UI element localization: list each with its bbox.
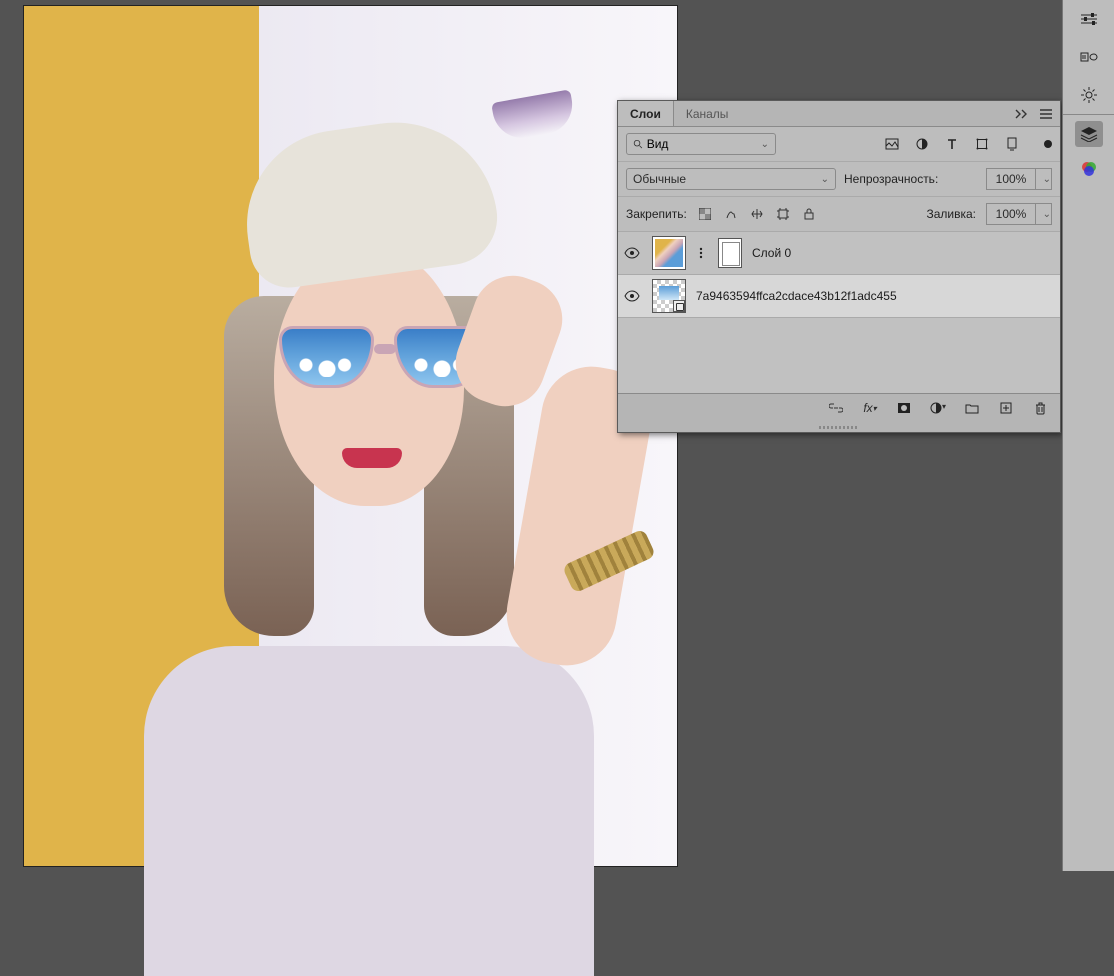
opacity-label: Непрозрачность: xyxy=(844,172,938,186)
delete-layer-icon[interactable] xyxy=(1032,400,1048,416)
opacity-value[interactable]: 100% xyxy=(986,168,1036,190)
link-layers-icon[interactable] xyxy=(828,400,844,416)
smart-object-badge-icon xyxy=(673,300,685,312)
filter-adjust-icon[interactable] xyxy=(914,136,930,152)
new-layer-icon[interactable] xyxy=(998,400,1014,416)
lock-transparency-icon[interactable] xyxy=(697,206,713,222)
lock-fill-row: Закрепить: Заливка: 100% ⌄ xyxy=(618,197,1060,232)
chevron-down-icon: ⌄ xyxy=(821,174,829,185)
document-canvas[interactable] xyxy=(24,6,677,866)
layer-row-0[interactable]: Слой 0 xyxy=(618,232,1060,275)
panel-collapse-icon[interactable] xyxy=(1014,106,1030,122)
filter-type-icon[interactable] xyxy=(944,136,960,152)
fx-icon[interactable]: fx▾ xyxy=(862,400,878,416)
layer-name-label[interactable]: 7a9463594ffca2cdace43b12f1adc455 xyxy=(696,289,897,303)
blend-opacity-row: Обычные ⌄ Непрозрачность: 100% ⌄ xyxy=(618,162,1060,197)
tab-channels[interactable]: Каналы xyxy=(674,101,741,126)
visibility-toggle[interactable] xyxy=(624,290,642,302)
opacity-dropdown-button[interactable]: ⌄ xyxy=(1036,168,1052,190)
fill-label: Заливка: xyxy=(926,207,976,221)
panel-tab-bar: Слои Каналы xyxy=(618,101,1060,127)
visibility-toggle[interactable] xyxy=(624,247,642,259)
filter-row: ⌄ xyxy=(618,127,1060,162)
chevron-down-icon: ⌄ xyxy=(761,139,769,150)
lock-artboard-icon[interactable] xyxy=(775,206,791,222)
ruler-link-icon[interactable] xyxy=(1075,44,1103,70)
lock-image-icon[interactable] xyxy=(723,206,739,222)
layers-list: Слой 0 7a9463594ffca2cdace43b12f1adc455 xyxy=(618,232,1060,393)
channels-panel-icon[interactable] xyxy=(1075,155,1103,181)
new-group-icon[interactable] xyxy=(964,400,980,416)
panel-resize-grip[interactable] xyxy=(618,422,1060,432)
lock-position-icon[interactable] xyxy=(749,206,765,222)
layer-thumbnail[interactable] xyxy=(652,279,686,313)
layer-name-label[interactable]: Слой 0 xyxy=(752,246,791,260)
filter-toggle-switch[interactable] xyxy=(1044,140,1052,148)
fill-dropdown-button[interactable]: ⌄ xyxy=(1036,203,1052,225)
adjustment-layer-icon[interactable]: ▾ xyxy=(930,400,946,416)
layer-thumbnail[interactable] xyxy=(652,236,686,270)
filter-shape-icon[interactable] xyxy=(974,136,990,152)
filter-pixel-icon[interactable] xyxy=(884,136,900,152)
blend-mode-value: Обычные xyxy=(633,172,686,186)
mask-link-icon[interactable] xyxy=(696,246,708,260)
search-icon xyxy=(633,138,643,150)
right-sidebar xyxy=(1062,0,1114,871)
panel-footer: fx▾ ▾ xyxy=(618,393,1060,422)
layers-panel-icon[interactable] xyxy=(1075,121,1103,147)
tab-layers[interactable]: Слои xyxy=(618,101,674,126)
layers-panel: Слои Каналы ⌄ Обычные ⌄ xyxy=(617,100,1061,433)
settings-gear-icon[interactable] xyxy=(1075,82,1103,108)
add-mask-icon[interactable] xyxy=(896,400,912,416)
panel-menu-icon[interactable] xyxy=(1038,106,1054,122)
lock-all-icon[interactable] xyxy=(801,206,817,222)
filter-smart-icon[interactable] xyxy=(1004,136,1020,152)
lock-label: Закрепить: xyxy=(626,207,687,221)
layer-mask-thumbnail[interactable] xyxy=(718,238,742,268)
photo-figure xyxy=(64,126,624,866)
fill-value[interactable]: 100% xyxy=(986,203,1036,225)
layer-row-1[interactable]: 7a9463594ffca2cdace43b12f1adc455 xyxy=(618,275,1060,318)
layer-filter-select[interactable]: ⌄ xyxy=(626,133,776,155)
layer-filter-input[interactable] xyxy=(647,137,757,151)
adjustments-icon[interactable] xyxy=(1075,6,1103,32)
blend-mode-select[interactable]: Обычные ⌄ xyxy=(626,168,836,190)
